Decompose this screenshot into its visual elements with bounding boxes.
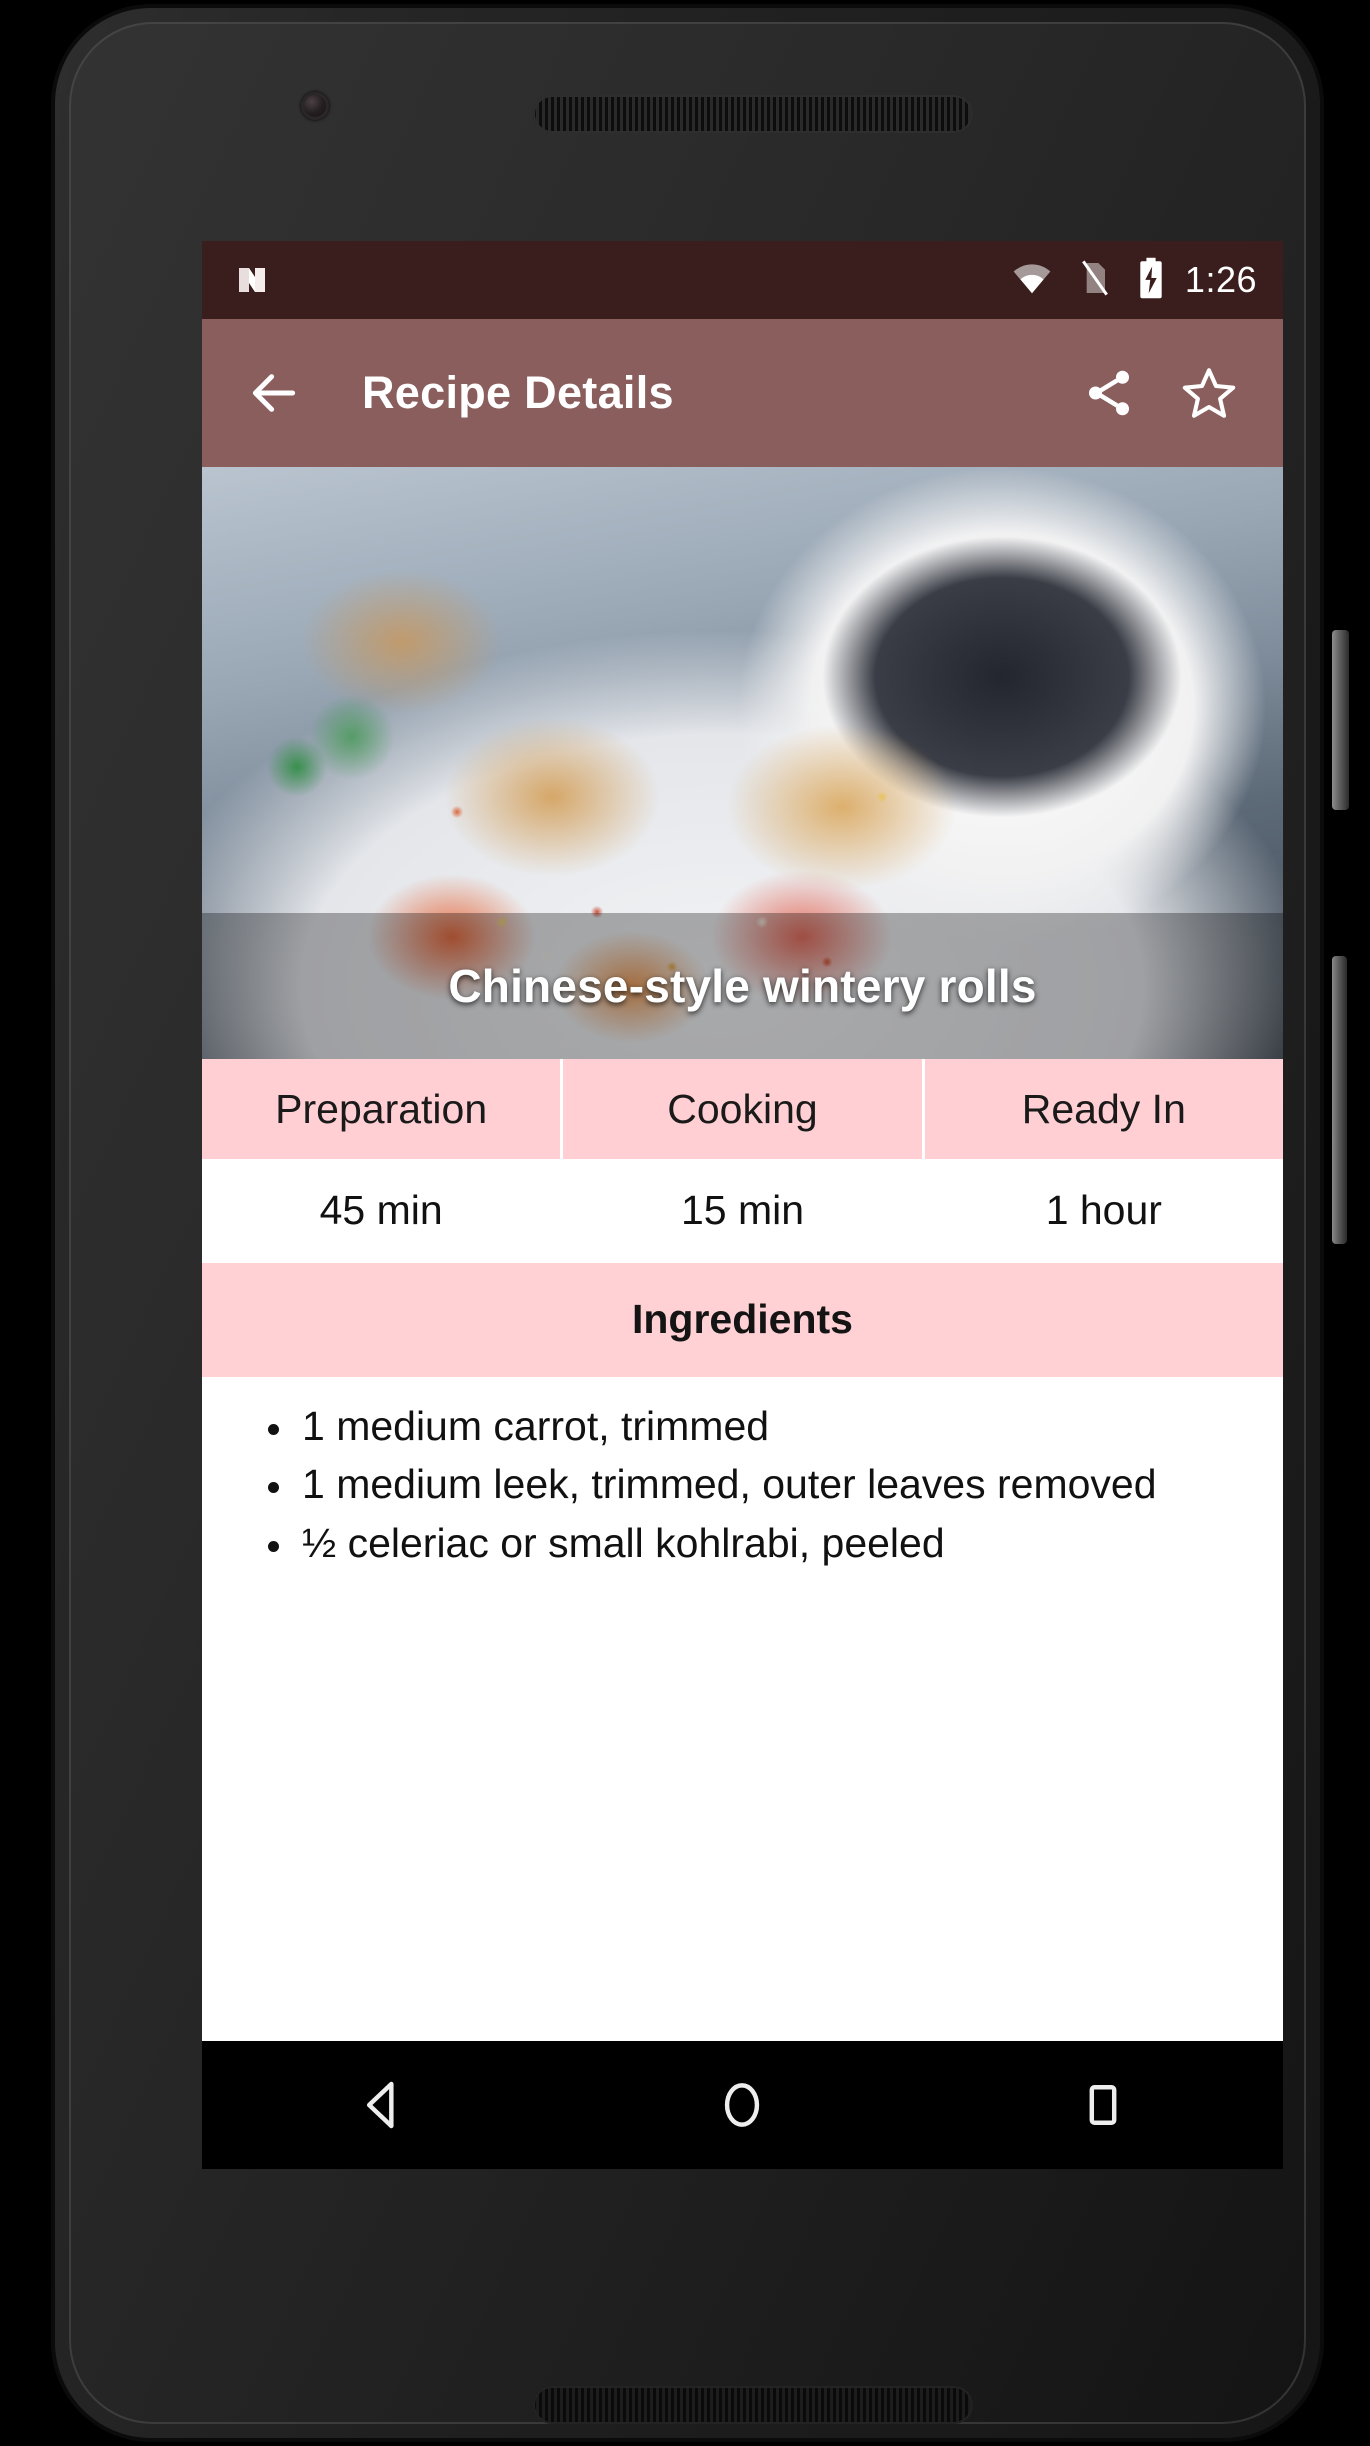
- status-bar-icons: [1011, 257, 1165, 304]
- wifi-icon: [1011, 261, 1053, 300]
- no-sim-icon: [1079, 258, 1111, 303]
- recipe-hero-image: Chinese-style wintery rolls: [202, 467, 1283, 1059]
- nav-recents-icon[interactable]: [1039, 2041, 1167, 2169]
- recipe-title-overlay: Chinese-style wintery rolls: [202, 913, 1283, 1059]
- android-n-logo-icon: [232, 260, 272, 300]
- bottom-speaker-icon: [533, 2386, 973, 2424]
- volume-rocker-button[interactable]: [1332, 956, 1347, 1244]
- back-arrow-icon[interactable]: [236, 355, 312, 431]
- earpiece-speaker-icon: [533, 95, 973, 133]
- app-bar: Recipe Details: [202, 319, 1283, 467]
- phone-device: 1:26 Recipe Details Chinese-style winter…: [55, 8, 1349, 2438]
- table-column-cooking: Cooking 15 min: [563, 1059, 925, 1260]
- list-item: 1 medium leek, trimmed, outer leaves rem…: [260, 1461, 1237, 1507]
- table-value-preparation: 45 min: [202, 1159, 561, 1260]
- table-header-preparation: Preparation: [202, 1059, 561, 1159]
- star-outline-icon[interactable]: [1171, 355, 1247, 431]
- table-value-ready-in: 1 hour: [924, 1159, 1283, 1260]
- table-header-cooking: Cooking: [563, 1059, 922, 1159]
- list-item: ½ celeriac or small kohlrabi, peeled: [260, 1520, 1237, 1566]
- table-header-ready-in: Ready In: [924, 1059, 1283, 1159]
- android-navigation-bar: [202, 2041, 1283, 2169]
- phone-screen: 1:26 Recipe Details Chinese-style winter…: [202, 241, 1283, 2169]
- status-bar-clock: 1:26: [1184, 259, 1257, 300]
- table-value-cooking: 15 min: [563, 1159, 922, 1260]
- ingredients-section-header: Ingredients: [202, 1263, 1283, 1377]
- table-column-ready-in: Ready In 1 hour: [924, 1059, 1283, 1260]
- battery-charging-icon: [1137, 257, 1165, 304]
- front-camera-icon: [301, 92, 329, 120]
- table-column-preparation: Preparation 45 min: [202, 1059, 564, 1260]
- recipe-time-table: Preparation 45 min Cooking 15 min Ready …: [202, 1059, 1283, 1260]
- nav-home-icon[interactable]: [678, 2041, 806, 2169]
- power-button[interactable]: [1332, 630, 1349, 810]
- status-bar: 1:26: [202, 241, 1283, 319]
- list-item: 1 medium carrot, trimmed: [260, 1403, 1237, 1449]
- ingredients-list: 1 medium carrot, trimmed 1 medium leek, …: [202, 1377, 1283, 1598]
- recipe-title: Chinese-style wintery rolls: [448, 960, 1037, 1012]
- share-icon[interactable]: [1071, 355, 1147, 431]
- page-title: Recipe Details: [362, 367, 674, 418]
- nav-back-icon[interactable]: [318, 2041, 446, 2169]
